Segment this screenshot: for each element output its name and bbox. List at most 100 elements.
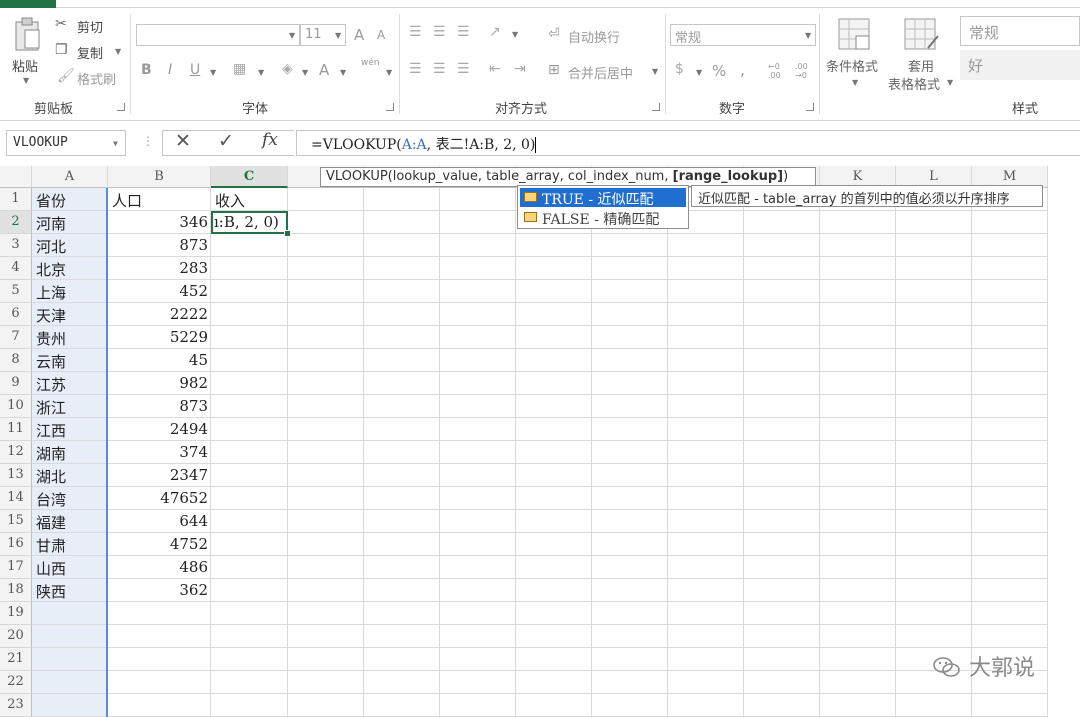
cancel-icon[interactable]: ✕	[175, 130, 191, 152]
fill-handle[interactable]	[284, 230, 291, 237]
number-format-combo[interactable]: 常规 ▼	[670, 24, 816, 46]
conditional-formatting-button[interactable]: 条件格式 ▼	[824, 16, 886, 92]
border-dropdown-icon[interactable]: ▼	[258, 68, 264, 77]
grow-font-button[interactable]: A	[354, 26, 364, 44]
cell-province[interactable]: 浙江	[32, 395, 108, 418]
cell-province[interactable]: 云南	[32, 349, 108, 372]
row-header-22[interactable]: 22	[0, 671, 32, 694]
decrease-indent-icon[interactable]: ⇤	[489, 61, 501, 77]
cell-province[interactable]: 湖北	[32, 464, 108, 487]
row-header-10[interactable]: 10	[0, 395, 32, 418]
cell-population[interactable]: 644	[108, 510, 211, 533]
row-header-1[interactable]: 1	[0, 188, 32, 211]
shrink-font-button[interactable]: A	[377, 28, 385, 42]
row-header-16[interactable]: 16	[0, 533, 32, 556]
row-header-19[interactable]: 19	[0, 602, 32, 625]
file-tab[interactable]	[0, 0, 56, 8]
cell-population[interactable]: 45	[108, 349, 211, 372]
align-middle-icon[interactable]: ☰	[433, 24, 446, 40]
cell-province[interactable]: 河北	[32, 234, 108, 257]
phonetic-dropdown-icon[interactable]: ▼	[386, 68, 392, 77]
align-left-icon[interactable]: ☰	[409, 61, 422, 77]
row-header-5[interactable]: 5	[0, 280, 32, 303]
align-right-icon[interactable]: ☰	[457, 61, 470, 77]
fill-color-icon[interactable]: ◈	[282, 61, 293, 77]
name-box-dropdown-icon[interactable]: ▼	[113, 139, 118, 148]
cell-province[interactable]: 山西	[32, 556, 108, 579]
row-header-14[interactable]: 14	[0, 487, 32, 510]
fill-color-dropdown-icon[interactable]: ▼	[302, 68, 308, 77]
align-bottom-icon[interactable]: ☰	[457, 24, 470, 40]
decrease-decimal-button[interactable]: .00 →0	[795, 62, 815, 80]
autocomplete-option-true[interactable]: TRUE - 近似匹配	[520, 188, 686, 208]
cut-button[interactable]: ✂ 剪切	[55, 16, 115, 36]
row-header-18[interactable]: 18	[0, 579, 32, 602]
formula-input[interactable]: =VLOOKUP(A:A, 表二!A:B, 2, 0)	[296, 130, 1080, 156]
cell-province[interactable]: 福建	[32, 510, 108, 533]
cell-province[interactable]: 河南	[32, 211, 108, 234]
clipboard-launcher-icon[interactable]	[117, 103, 125, 111]
cell-population[interactable]: 362	[108, 579, 211, 602]
merge-center-button[interactable]: ⊞ 合并后居中 ▼	[548, 62, 660, 82]
bold-button[interactable]: B	[141, 62, 152, 78]
cell-province[interactable]: 贵州	[32, 326, 108, 349]
font-color-dropdown-icon[interactable]: ▼	[340, 68, 346, 77]
cell-population[interactable]: 452	[108, 280, 211, 303]
select-all-corner[interactable]	[0, 166, 32, 188]
header-cell-income[interactable]: 收入	[211, 188, 288, 211]
comma-button[interactable]: ,	[740, 60, 745, 79]
format-painter-button[interactable]: 🖌 格式刷	[55, 68, 125, 88]
increase-indent-icon[interactable]: ⇥	[514, 61, 526, 77]
row-header-13[interactable]: 13	[0, 464, 32, 487]
cell-province[interactable]: 陕西	[32, 579, 108, 602]
paste-button[interactable]: 粘贴 ▼	[8, 14, 48, 85]
cell-province[interactable]: 甘肃	[32, 533, 108, 556]
worksheet-grid[interactable]: ABCDEFGHIJKLM123456789101112131415161718…	[0, 166, 1080, 717]
orientation-icon[interactable]: ↗	[489, 24, 501, 40]
row-header-11[interactable]: 11	[0, 418, 32, 441]
cell-population[interactable]: 5229	[108, 326, 211, 349]
border-icon[interactable]: ▦	[233, 61, 246, 77]
cell-province[interactable]: 天津	[32, 303, 108, 326]
row-header-15[interactable]: 15	[0, 510, 32, 533]
cell-population[interactable]: 873	[108, 395, 211, 418]
row-header-6[interactable]: 6	[0, 303, 32, 326]
cell-population[interactable]: 346	[108, 211, 211, 234]
align-top-icon[interactable]: ☰	[409, 24, 422, 40]
phonetic-button[interactable]: wén	[361, 58, 380, 68]
enter-icon[interactable]: ✓	[218, 130, 234, 152]
row-header-21[interactable]: 21	[0, 648, 32, 671]
column-header-b[interactable]: B	[108, 166, 211, 188]
insert-function-icon[interactable]: fx	[262, 130, 278, 150]
font-name-combo[interactable]: ▼	[136, 24, 300, 46]
wrap-text-button[interactable]: ⏎ 自动换行	[548, 26, 638, 46]
autocomplete-option-false[interactable]: FALSE - 精确匹配	[520, 208, 686, 228]
accounting-dropdown-icon[interactable]: ▼	[696, 68, 702, 77]
underline-button[interactable]: U	[190, 62, 200, 78]
alignment-launcher-icon[interactable]	[652, 103, 660, 111]
font-color-button[interactable]: A	[319, 61, 329, 79]
row-header-8[interactable]: 8	[0, 349, 32, 372]
cell-population[interactable]: 283	[108, 257, 211, 280]
row-header-4[interactable]: 4	[0, 257, 32, 280]
cell-province[interactable]: 上海	[32, 280, 108, 303]
style-good-cell[interactable]: 好	[960, 50, 1080, 80]
cell-population[interactable]: 873	[108, 234, 211, 257]
orientation-dropdown-icon[interactable]: ▼	[512, 30, 518, 39]
cell-population[interactable]: 2222	[108, 303, 211, 326]
row-header-17[interactable]: 17	[0, 556, 32, 579]
cell-population[interactable]: 4752	[108, 533, 211, 556]
style-normal-cell[interactable]: 常规	[960, 16, 1080, 46]
cell-province[interactable]: 江苏	[32, 372, 108, 395]
cell-population[interactable]: 47652	[108, 487, 211, 510]
cell-population[interactable]: 2494	[108, 418, 211, 441]
name-box[interactable]: VLOOKUP ▼	[6, 130, 126, 156]
header-cell-population[interactable]: 人口	[108, 188, 211, 211]
cell-province[interactable]: 北京	[32, 257, 108, 280]
number-launcher-icon[interactable]	[806, 103, 814, 111]
row-header-7[interactable]: 7	[0, 326, 32, 349]
italic-button[interactable]: I	[168, 62, 172, 78]
cell-province[interactable]: 台湾	[32, 487, 108, 510]
cell-province[interactable]: 江西	[32, 418, 108, 441]
align-center-icon[interactable]: ☰	[433, 61, 446, 77]
